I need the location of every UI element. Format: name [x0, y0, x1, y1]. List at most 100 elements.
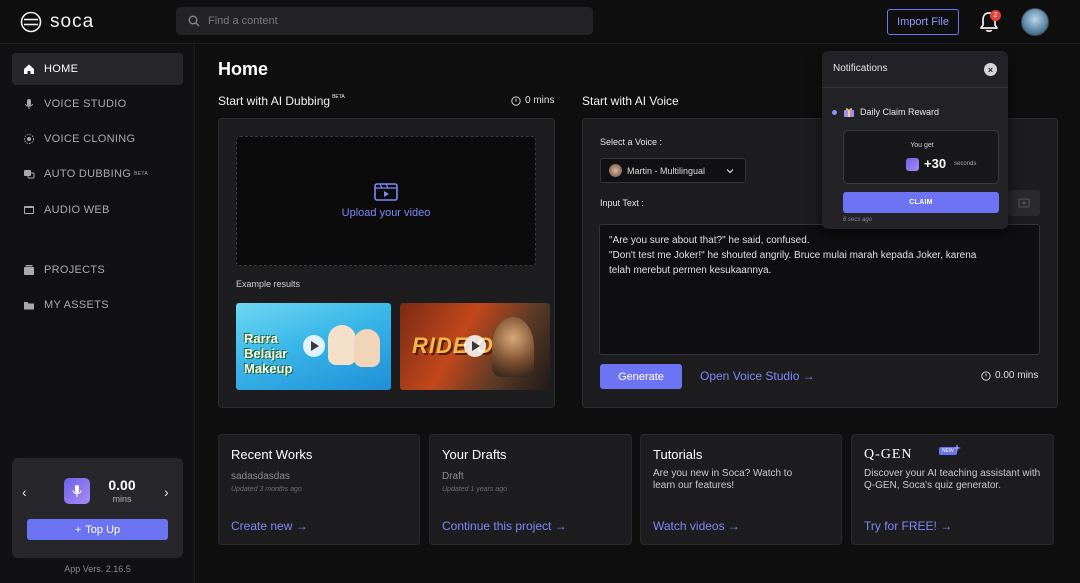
logo[interactable]: soca: [20, 11, 94, 33]
example-thumbnail-2[interactable]: RIDE ON: [400, 303, 550, 390]
top-up-label: Top Up: [85, 523, 121, 536]
reward-label: You get: [910, 142, 934, 149]
search-bar[interactable]: [176, 7, 593, 35]
chevron-left-icon[interactable]: ‹: [22, 484, 27, 500]
thumbnail-title: Rarra Belajar Makeup: [244, 331, 293, 376]
import-file-button[interactable]: Import File: [887, 9, 959, 35]
continue-project-link[interactable]: Continue this project →: [442, 519, 567, 533]
credit-amount: 0.00: [108, 477, 136, 493]
beta-badge: BETA: [332, 94, 345, 100]
upload-video-label: Upload your video: [341, 207, 431, 219]
dubbing-title-text: Start with AI Dubbing: [218, 94, 331, 108]
card-title: Your Drafts: [442, 447, 507, 462]
clock-icon: [981, 370, 991, 381]
user-avatar[interactable]: [1021, 8, 1049, 36]
credit-microphone-icon: [64, 478, 90, 504]
input-text-line: telah merebut permen kesukaannya.: [609, 265, 772, 276]
page-title: Home: [218, 59, 269, 79]
voice-text-input[interactable]: "Are you sure about that?" he said, conf…: [599, 224, 1040, 355]
sidebar-item-label: PROJECTS: [44, 264, 106, 276]
reward-amount: +30: [924, 156, 947, 171]
dubbing-mins: 0 mins: [511, 95, 554, 106]
input-text-line: "Are you sure about that?" he said, conf…: [609, 235, 810, 246]
soca-logo-icon: [20, 11, 42, 33]
draft-name[interactable]: Draft: [442, 471, 464, 482]
sidebar-item-label: AUDIO WEB: [44, 204, 110, 216]
folder-icon: [23, 299, 35, 311]
sidebar-item-label: VOICE CLONING: [44, 133, 136, 145]
browser-icon: [23, 204, 35, 216]
projects-icon: [23, 264, 35, 276]
chevron-down-icon: [726, 169, 734, 174]
card-title: Tutorials: [653, 447, 703, 462]
chevron-right-icon[interactable]: ›: [164, 484, 169, 500]
draft-updated: Updated 1 years ago: [442, 486, 507, 493]
video-icon: [374, 183, 398, 201]
watch-videos-link[interactable]: Watch videos →: [653, 519, 740, 533]
gift-icon: [844, 108, 854, 117]
sidebar-item-home[interactable]: HOME: [12, 53, 183, 85]
your-drafts-card: Your Drafts Draft Updated 1 years ago Co…: [429, 434, 632, 545]
voice-mins-text: 0.00 mins: [995, 370, 1039, 381]
plus-icon: +: [74, 523, 82, 536]
character-illustration: [354, 329, 380, 367]
reward-box: You get +30 seconds: [843, 130, 999, 184]
settings-button[interactable]: [1008, 190, 1040, 216]
sidebar: HOME VOICE STUDIO VOICE CLONING AUTO DUB…: [0, 45, 195, 583]
close-icon[interactable]: ×: [984, 63, 997, 76]
example-thumbnail-1[interactable]: Rarra Belajar Makeup: [236, 303, 391, 390]
sidebar-item-voice-cloning[interactable]: VOICE CLONING: [12, 123, 183, 155]
card-description: Discover your AI teaching assistant with…: [864, 468, 1041, 491]
notification-time: 6 secs ago: [843, 217, 873, 223]
actor-photo: [492, 317, 534, 377]
example-results-label: Example results: [236, 279, 301, 289]
notification-item-title: Daily Claim Reward: [860, 107, 940, 117]
create-new-link[interactable]: Create new →: [231, 519, 308, 533]
input-text-line: "Don't test me Joker!" he shouted angril…: [609, 250, 977, 261]
voice-dropdown[interactable]: Martin - Multilingual: [600, 158, 746, 183]
voice-mins: 0.00 mins: [981, 370, 1038, 381]
generate-button[interactable]: Generate: [600, 364, 682, 389]
credit-unit: mins: [112, 494, 132, 504]
divider: [822, 87, 1008, 88]
select-voice-label: Select a Voice :: [600, 137, 663, 147]
voice-section-title: Start with AI Voice: [582, 94, 679, 108]
clock-icon: [511, 95, 521, 106]
sidebar-item-label: HOME: [44, 63, 79, 75]
sidebar-item-voice-studio[interactable]: VOICE STUDIO: [12, 88, 183, 120]
dubbing-icon: [23, 168, 35, 180]
search-icon: [188, 15, 200, 27]
sidebar-item-projects[interactable]: PROJECTS: [12, 254, 183, 286]
sidebar-item-label: VOICE STUDIO: [44, 98, 127, 110]
claim-button[interactable]: CLAIM: [843, 192, 999, 213]
credit-card: ‹ 0.00 mins › + Top Up: [12, 458, 183, 558]
sidebar-item-my-assets[interactable]: MY ASSETS: [12, 289, 183, 321]
search-input[interactable]: [208, 15, 568, 27]
dubbing-mins-text: 0 mins: [525, 95, 555, 106]
input-text-label: Input Text :: [600, 198, 644, 208]
unread-dot: [832, 110, 837, 115]
card-description: Are you new in Soca? Watch to learn our …: [653, 468, 793, 491]
notification-count-badge: 2: [990, 10, 1001, 21]
recent-works-card: Recent Works sadasdasdas Updated 3 month…: [218, 434, 420, 545]
app-version: App Vers. 2.16.5: [64, 564, 131, 574]
sidebar-item-audio-web[interactable]: AUDIO WEB: [12, 194, 183, 226]
sidebar-item-auto-dubbing[interactable]: AUTO DUBBING BETA: [12, 158, 183, 190]
sidebar-item-label: AUTO DUBBING: [44, 168, 132, 180]
logo-text: soca: [50, 11, 95, 32]
play-icon[interactable]: [464, 335, 486, 357]
top-bar: soca Import File 2: [0, 0, 1080, 44]
qgen-logo: Q-GEN: [864, 447, 913, 462]
dubbing-section-title: Start with AI Dubbing BETA: [218, 94, 345, 108]
top-up-button[interactable]: + Top Up: [27, 519, 168, 540]
sparkle-icon: [953, 444, 961, 452]
try-free-link[interactable]: Try for FREE! →: [864, 519, 952, 533]
open-voice-studio-link[interactable]: Open Voice Studio →: [700, 369, 815, 383]
play-icon[interactable]: [303, 335, 325, 357]
reward-unit: seconds: [954, 161, 977, 167]
upload-video-dropzone[interactable]: Upload your video: [236, 136, 536, 266]
sidebar-item-label: MY ASSETS: [44, 299, 109, 311]
recent-work-name[interactable]: sadasdasdas: [231, 471, 290, 482]
settings-icon: [1018, 198, 1030, 208]
recent-work-updated: Updated 3 months ago: [231, 486, 302, 493]
